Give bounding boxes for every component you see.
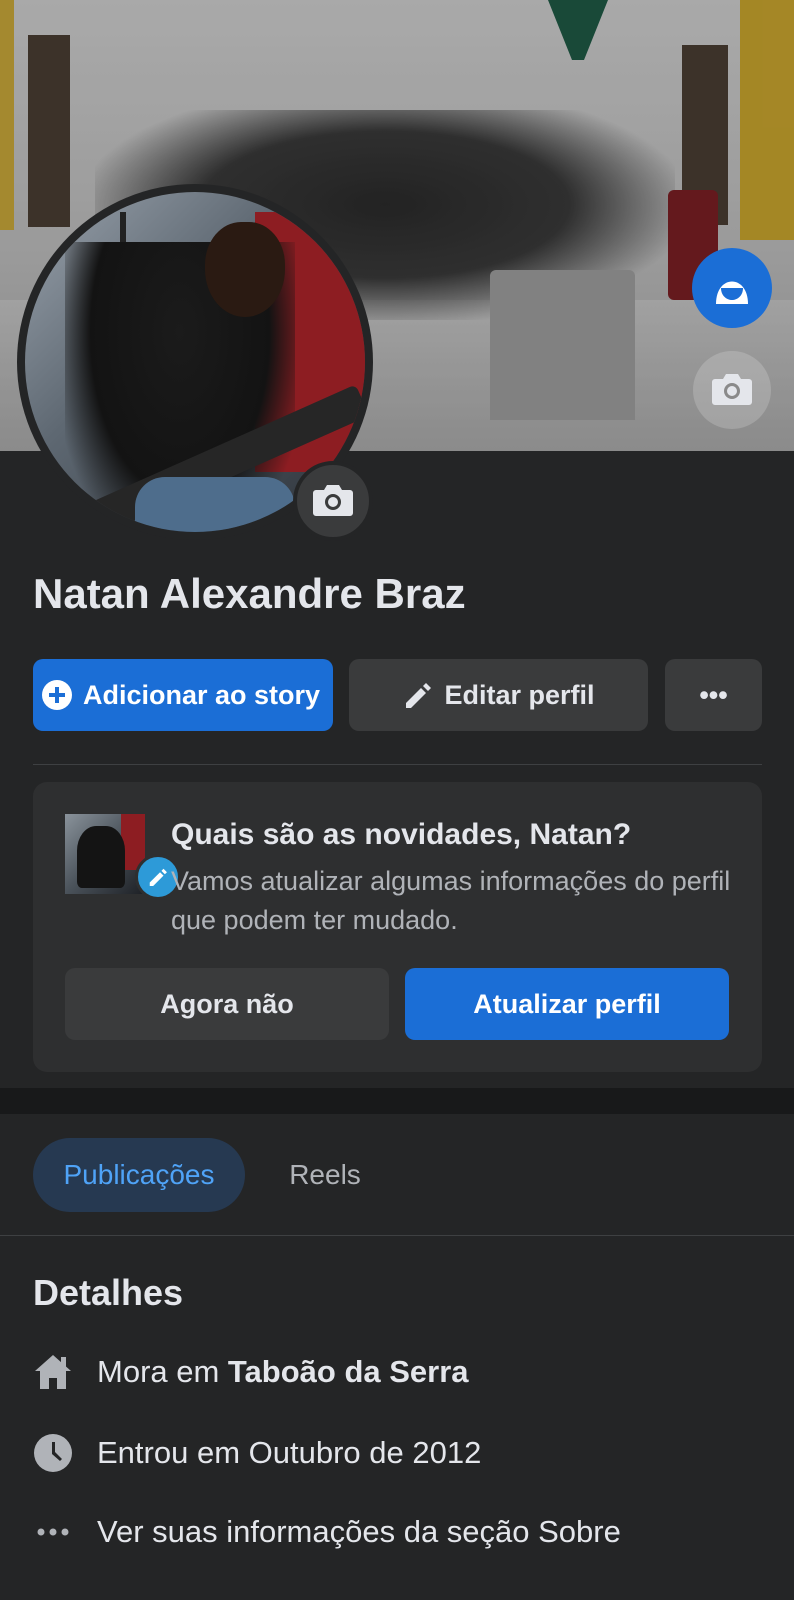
card-title: Quais são as novidades, Natan? [171,818,632,851]
card-body: Vamos atualizar algumas informações do p… [171,866,731,935]
lives-prefix: Mora em [97,1354,228,1389]
more-options-button[interactable]: ••• [665,659,762,731]
detail-see-about[interactable]: Ver suas informações da seção Sobre [33,1510,621,1554]
photo-head [205,222,285,317]
detail-lives-in: Mora em Taboão da Serra [33,1350,469,1394]
thumb-person [77,826,125,888]
edit-profile-label: Editar perfil [444,679,595,710]
edit-profile-picture-button[interactable] [293,461,373,541]
tab-publicacoes[interactable]: Publicações [33,1138,245,1212]
details-heading: Detalhes [33,1272,184,1313]
lives-city: Taboão da Serra [227,1354,469,1389]
profile-name: Natan Alexandre Braz [33,570,466,617]
edit-profile-button[interactable]: Editar perfil [349,659,648,731]
not-now-button[interactable]: Agora não [65,968,389,1040]
see-about-text: Ver suas informações da seção Sobre [97,1514,621,1549]
plus-circle-icon [41,679,73,711]
pencil-icon [402,679,434,711]
camera-icon [312,481,354,522]
avatar-icon [710,264,754,313]
avatar-button[interactable] [692,248,772,328]
add-to-story-label: Adicionar ao story [83,679,321,710]
tab-reels[interactable]: Reels [262,1138,388,1212]
detail-joined: Entrou em Outubro de 2012 [33,1431,481,1475]
clock-icon [33,1433,73,1473]
home-icon [33,1352,73,1392]
card-thumbnail [65,814,145,894]
camera-icon [711,370,753,411]
update-profile-button[interactable]: Atualizar perfil [405,968,729,1040]
more-dots-icon: ••• [699,679,728,710]
section-separator [0,1088,794,1114]
add-to-story-button[interactable]: Adicionar ao story [33,659,333,731]
more-dots-icon [33,1512,73,1552]
joined-text: Entrou em Outubro de 2012 [97,1435,482,1470]
divider [33,764,762,765]
divider [0,1235,794,1236]
update-profile-card: Quais são as novidades, Natan? Vamos atu… [33,782,762,1072]
edit-cover-photo-button[interactable] [693,351,771,429]
photo-jeans [135,477,295,532]
